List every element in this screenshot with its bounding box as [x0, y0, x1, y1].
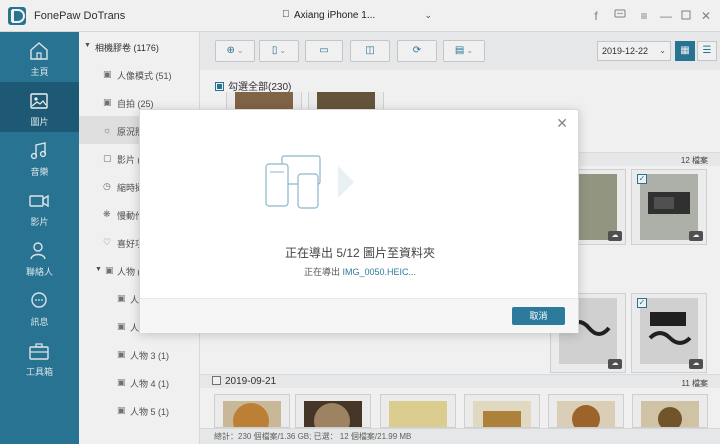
close-icon[interactable]: ✕ — [556, 115, 568, 132]
dialog-title: 正在導出 5/12 圖片至資料夾 — [284, 246, 436, 260]
cancel-button[interactable]: 取消 — [512, 307, 565, 325]
export-devices-icon — [265, 155, 354, 209]
current-filename: IMG_0050.HEIC... — [342, 267, 417, 277]
dialog-subtitle: 正在導出 IMG_0050.HEIC... — [140, 265, 580, 278]
subtitle-prefix: 正在導出 — [303, 267, 343, 277]
dialog-footer: 取消 — [140, 298, 578, 333]
export-progress-dialog: ✕ 正在導出 5/12 圖片至資料夾 正在導出 IMG_0050.HEIC...… — [139, 109, 579, 333]
